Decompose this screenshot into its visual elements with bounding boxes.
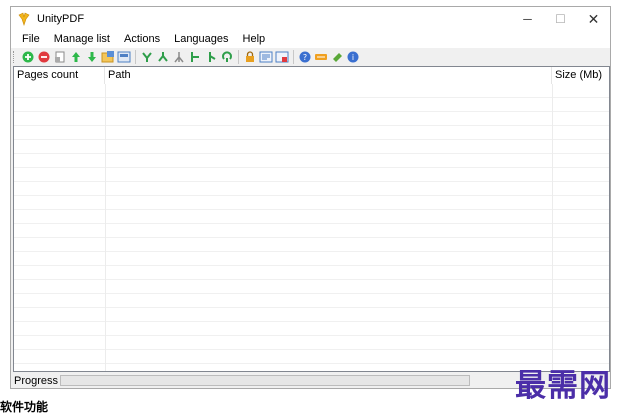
register-icon[interactable] (313, 49, 329, 65)
progress-label: Progress : (14, 375, 65, 387)
menu-file[interactable]: File (15, 31, 47, 48)
remove-icon[interactable] (36, 49, 52, 65)
column-header-pages-count[interactable]: Pages count (14, 67, 105, 84)
window-title: UnityPDF (37, 13, 85, 25)
caption-text: 软件功能 (0, 400, 49, 414)
progress-bar (60, 375, 470, 386)
about-icon[interactable]: i (345, 49, 361, 65)
title-bar[interactable]: UnityPDF ─ ☐ ✕ (11, 7, 610, 31)
menu-bar: File Manage list Actions Languages Help (11, 31, 610, 48)
clear-list-icon[interactable] (52, 49, 68, 65)
merge-icon[interactable] (139, 49, 155, 65)
rotate-icon[interactable] (219, 49, 235, 65)
add-icon[interactable] (20, 49, 36, 65)
maximize-button[interactable]: ☐ (544, 7, 577, 31)
donate-icon[interactable] (329, 49, 345, 65)
minimize-button[interactable]: ─ (511, 7, 544, 31)
help-icon[interactable]: ? (297, 49, 313, 65)
watermark: 最需网 (515, 368, 611, 404)
column-header-size[interactable]: Size (Mb) (552, 67, 609, 84)
branch-right-icon[interactable] (187, 49, 203, 65)
close-button[interactable]: ✕ (577, 7, 610, 31)
toolbar-grip[interactable] (13, 51, 18, 63)
menu-manage-list[interactable]: Manage list (47, 31, 117, 48)
save-list-icon[interactable] (116, 49, 132, 65)
list-header: Pages count Path Size (Mb) (14, 67, 609, 85)
toolbar-separator (238, 50, 239, 64)
properties-icon[interactable] (258, 49, 274, 65)
lock-icon[interactable] (242, 49, 258, 65)
app-window: UnityPDF ─ ☐ ✕ File Manage list Actions … (10, 6, 611, 389)
toolbar-separator (293, 50, 294, 64)
options-icon[interactable] (274, 49, 290, 65)
open-folder-icon[interactable] (100, 49, 116, 65)
menu-actions[interactable]: Actions (117, 31, 167, 48)
column-divider (552, 84, 553, 371)
branch-down-icon[interactable] (203, 49, 219, 65)
move-down-icon[interactable] (84, 49, 100, 65)
window-controls: ─ ☐ ✕ (511, 7, 610, 31)
menu-help[interactable]: Help (236, 31, 273, 48)
move-up-icon[interactable] (68, 49, 84, 65)
unitypdf-logo-icon (18, 12, 30, 26)
toolbar: ? i (11, 48, 610, 66)
list-body[interactable] (14, 84, 609, 371)
svg-text:?: ? (303, 53, 307, 62)
toolbar-separator (135, 50, 136, 64)
menu-languages[interactable]: Languages (167, 31, 235, 48)
split-icon[interactable] (155, 49, 171, 65)
extract-icon[interactable] (171, 49, 187, 65)
svg-text:i: i (352, 53, 354, 62)
column-divider (105, 84, 106, 371)
column-header-path[interactable]: Path (105, 67, 552, 84)
file-list[interactable]: Pages count Path Size (Mb) (13, 66, 610, 372)
